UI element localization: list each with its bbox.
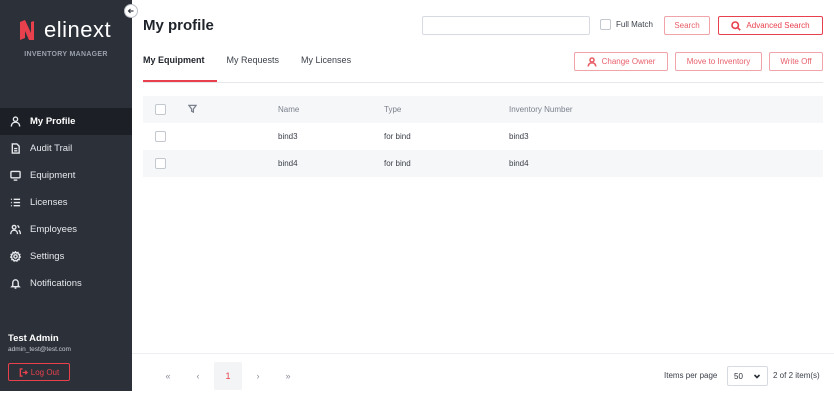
- equipment-table: Name Type Inventory Number bind3 for bin…: [143, 96, 823, 177]
- sidebar-item-employees[interactable]: Employees: [0, 216, 132, 243]
- move-to-inventory-label: Move to Inventory: [686, 57, 751, 66]
- logo-text: elinext: [44, 17, 112, 42]
- sidebar-item-label: Equipment: [30, 170, 76, 181]
- profile-tabs: My Equipment My Requests My Licenses: [143, 49, 373, 82]
- sidebar-item-label: My Profile: [30, 116, 76, 127]
- cell-type: for bind: [384, 132, 411, 141]
- sidebar-item-settings[interactable]: Settings: [0, 243, 132, 270]
- table-row[interactable]: bind4 for bind bind4: [143, 150, 823, 177]
- search-button[interactable]: Search: [664, 16, 710, 35]
- items-per-page-label: Items per page: [664, 371, 718, 380]
- logo: elinext: [18, 17, 111, 43]
- search-input[interactable]: [422, 16, 590, 35]
- monitor-icon: [9, 170, 21, 182]
- advanced-search-button[interactable]: Advanced Search: [718, 16, 823, 35]
- logout-icon: [19, 367, 28, 377]
- select-all-checkbox[interactable]: [154, 104, 166, 115]
- items-per-page-select[interactable]: 50: [727, 366, 768, 386]
- full-match-label: Full Match: [616, 20, 653, 29]
- sidebar-item-notifications[interactable]: Notifications: [0, 270, 132, 297]
- tab-my-equipment[interactable]: My Equipment: [143, 49, 216, 82]
- page-button-current[interactable]: 1: [214, 362, 242, 390]
- column-header-inventory-number[interactable]: Inventory Number: [509, 105, 823, 114]
- page-title: My profile: [143, 17, 214, 34]
- sidebar-item-label: Notifications: [30, 278, 82, 289]
- cell-type: for bind: [384, 159, 411, 168]
- app-window: elinext INVENTORY MANAGER My Profile Aud…: [0, 0, 834, 396]
- tabs-divider: [143, 82, 823, 83]
- prev-page-button[interactable]: ‹: [184, 362, 212, 390]
- move-to-inventory-button[interactable]: Move to Inventory: [675, 52, 762, 71]
- item-count: 2 of 2 item(s): [773, 371, 820, 380]
- search-icon: [731, 20, 742, 31]
- gear-icon: [9, 251, 21, 263]
- users-icon: [9, 224, 21, 236]
- table-row[interactable]: bind3 for bind bind3: [143, 123, 823, 150]
- current-user-name: Test Admin: [8, 333, 59, 344]
- pagination-footer: « ‹ 1 › » Items per page 50 2 of 2 item(…: [132, 353, 834, 396]
- list-icon: [9, 197, 21, 209]
- column-header-type[interactable]: Type: [384, 105, 509, 114]
- sidebar: elinext INVENTORY MANAGER My Profile Aud…: [0, 0, 132, 391]
- first-page-button[interactable]: «: [154, 362, 182, 390]
- row-checkbox[interactable]: [154, 158, 166, 169]
- column-header-name[interactable]: Name: [278, 105, 384, 114]
- app-subtitle: INVENTORY MANAGER: [24, 51, 108, 58]
- sidebar-item-label: Settings: [30, 251, 65, 262]
- last-page-button[interactable]: »: [274, 362, 302, 390]
- cell-name: bind3: [278, 132, 298, 141]
- sidebar-item-my-profile[interactable]: My Profile: [0, 108, 132, 135]
- full-match-checkbox[interactable]: [600, 19, 611, 30]
- advanced-search-label: Advanced Search: [746, 21, 810, 30]
- sidebar-item-label: Licenses: [30, 197, 68, 208]
- sidebar-nav: My Profile Audit Trail Equipment License…: [0, 108, 132, 297]
- sidebar-item-equipment[interactable]: Equipment: [0, 162, 132, 189]
- bell-icon: [9, 278, 21, 290]
- arrow-left-icon: [127, 8, 134, 14]
- tab-my-requests[interactable]: My Requests: [227, 49, 280, 82]
- write-off-button[interactable]: Write Off: [769, 52, 823, 71]
- cell-name: bind4: [278, 159, 298, 168]
- current-user-email: admin_test@test.com: [8, 346, 71, 353]
- cell-inventory-number: bind3: [509, 132, 529, 141]
- filter-icon[interactable]: [187, 104, 198, 114]
- elinext-logo-icon: [20, 20, 34, 40]
- next-page-button[interactable]: ›: [244, 362, 272, 390]
- table-header-row: Name Type Inventory Number: [143, 96, 823, 123]
- chevron-down-icon: [753, 374, 761, 379]
- sidebar-collapse-button[interactable]: [124, 4, 138, 18]
- row-checkbox[interactable]: [154, 131, 166, 142]
- sidebar-item-audit-trail[interactable]: Audit Trail: [0, 135, 132, 162]
- full-match-toggle[interactable]: Full Match: [600, 19, 653, 30]
- user-icon: [587, 56, 597, 67]
- sidebar-item-label: Audit Trail: [30, 143, 73, 154]
- sidebar-item-label: Employees: [30, 224, 77, 235]
- logout-button[interactable]: Log Out: [8, 363, 70, 381]
- logout-label: Log Out: [30, 367, 60, 377]
- cell-inventory-number: bind4: [509, 159, 529, 168]
- items-per-page-value: 50: [734, 371, 743, 381]
- pager: « ‹ 1 › »: [154, 362, 304, 390]
- tab-my-licenses[interactable]: My Licenses: [301, 49, 351, 82]
- user-icon: [9, 116, 21, 128]
- change-owner-button[interactable]: Change Owner: [574, 52, 668, 71]
- document-icon: [9, 143, 21, 155]
- sidebar-item-licenses[interactable]: Licenses: [0, 189, 132, 216]
- search-button-label: Search: [674, 21, 700, 30]
- change-owner-label: Change Owner: [601, 57, 656, 66]
- write-off-label: Write Off: [780, 57, 812, 66]
